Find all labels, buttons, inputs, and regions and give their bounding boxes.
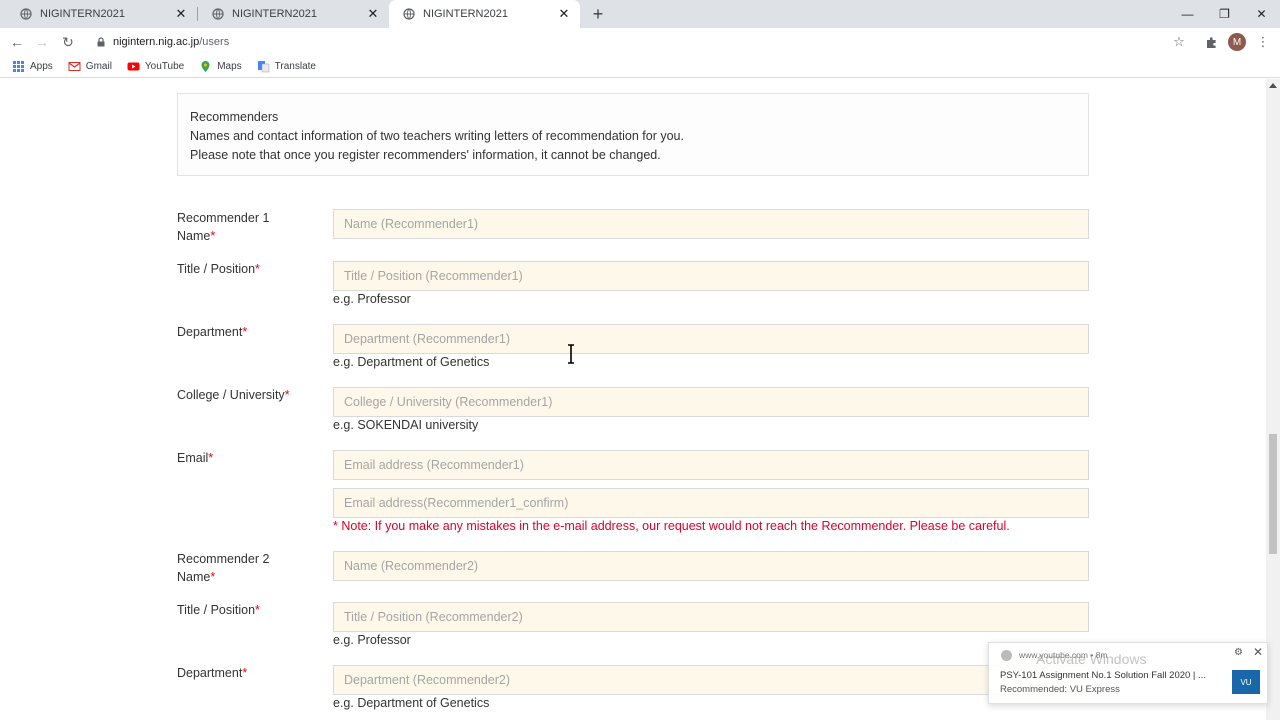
email-warning-note: * Note: If you make any mistakes in the …	[333, 519, 1010, 533]
back-arrow-icon[interactable]: ←	[6, 31, 28, 53]
bookmarks-bar: Apps Gmail YouTube Maps Translate	[0, 56, 1280, 78]
info-line-2: Please note that once you register recom…	[190, 148, 661, 162]
youtube-icon	[127, 62, 140, 71]
tab-strip: NIGINTERN2021 ✕ NIGINTERN2021 ✕ NIGINTER…	[0, 0, 1280, 28]
url-text: nigintern.nig.ac.jp/users	[113, 36, 229, 48]
info-line-1: Names and contact information of two tea…	[190, 129, 684, 143]
r1-department-label: Department*	[177, 325, 248, 339]
r1-name-input[interactable]	[333, 209, 1089, 239]
section-title: Recommenders	[190, 110, 279, 124]
page-scrollbar[interactable]	[1266, 79, 1280, 720]
r2-title-hint: e.g. Professor	[333, 633, 411, 647]
close-icon[interactable]: ✕	[173, 6, 189, 22]
url-path: /users	[199, 36, 230, 48]
close-icon[interactable]: ✕	[1253, 645, 1263, 659]
r1-email-label: Email*	[177, 451, 214, 465]
tab-title: NIGINTERN2021	[40, 8, 125, 20]
translate-icon	[257, 61, 269, 73]
forward-arrow-icon[interactable]: →	[31, 31, 53, 53]
extensions-puzzle-icon[interactable]	[1201, 32, 1221, 52]
globe-icon	[20, 8, 32, 20]
bookmark-label: Maps	[217, 61, 242, 72]
star-bookmark-icon[interactable]: ☆	[1169, 32, 1189, 52]
bookmark-youtube[interactable]: YouTube	[127, 60, 184, 73]
bookmark-apps[interactable]: Apps	[12, 60, 53, 73]
notification-subtitle: Recommended: VU Express	[1000, 684, 1120, 695]
r1-email-confirm-input[interactable]	[333, 488, 1089, 518]
r1-title-input[interactable]	[333, 261, 1089, 291]
close-icon[interactable]: ✕	[365, 6, 381, 22]
text-cursor-icon	[568, 344, 574, 364]
minimize-icon[interactable]: —	[1169, 0, 1206, 28]
apps-grid-icon	[13, 61, 24, 72]
bookmark-label: Apps	[30, 61, 53, 72]
r1-title-hint: e.g. Professor	[333, 292, 411, 306]
r2-department-hint: e.g. Department of Genetics	[333, 696, 490, 710]
activate-windows-watermark: Activate Windows	[1036, 651, 1147, 667]
scrollbar-thumb[interactable]	[1269, 434, 1277, 554]
new-tab-plus-icon[interactable]: +	[588, 4, 608, 24]
gear-icon[interactable]: ⚙	[1234, 647, 1243, 658]
notification-title: PSY-101 Assignment No.1 Solution Fall 20…	[1000, 670, 1206, 681]
r1-email-input[interactable]	[333, 450, 1089, 480]
gmail-icon	[68, 62, 81, 71]
bookmark-label: Translate	[274, 61, 316, 72]
browser-tab-2[interactable]: NIGINTERN2021 ✕	[198, 0, 389, 28]
menu-kebab-icon[interactable]: ⋮	[1253, 32, 1273, 52]
bookmark-translate[interactable]: Translate	[257, 60, 316, 73]
bookmark-maps[interactable]: Maps	[199, 60, 242, 73]
bookmark-label: Gmail	[85, 61, 112, 72]
address-bar[interactable]: nigintern.nig.ac.jp/users	[88, 30, 1200, 54]
r1-title-label: Title / Position*	[177, 262, 260, 276]
browser-toolbar: ← → ↻ nigintern.nig.ac.jp/users ☆ M ⋮	[0, 28, 1280, 56]
r2-department-label: Department*	[177, 666, 248, 680]
r2-name-label: Recommender 2 Name*	[177, 552, 270, 584]
globe-icon	[212, 8, 224, 20]
r2-title-label: Title / Position*	[177, 603, 260, 617]
window-close-icon[interactable]: ✕	[1243, 0, 1280, 28]
video-thumbnail: VU	[1232, 670, 1260, 694]
url-domain: nigintern.nig.ac.jp	[113, 36, 200, 48]
lock-icon	[97, 37, 105, 47]
page-viewport: Recommenders Names and contact informati…	[0, 79, 1265, 720]
r1-college-hint: e.g. SOKENDAI university	[333, 418, 479, 432]
chrome-icon	[1001, 650, 1012, 661]
scroll-up-arrow-icon[interactable]	[1269, 83, 1277, 88]
tab-title: NIGINTERN2021	[232, 8, 317, 20]
r1-college-label: College / University*	[177, 388, 290, 402]
r1-department-input[interactable]	[333, 324, 1089, 354]
reload-icon[interactable]: ↻	[57, 31, 79, 53]
recommenders-info-box: Recommenders Names and contact informati…	[177, 93, 1089, 176]
r2-name-input[interactable]	[333, 551, 1089, 581]
bookmark-gmail[interactable]: Gmail	[68, 60, 112, 73]
profile-avatar[interactable]: M	[1228, 33, 1246, 51]
globe-icon	[403, 8, 415, 20]
r1-department-hint: e.g. Department of Genetics	[333, 355, 490, 369]
r2-department-input[interactable]	[333, 665, 1089, 695]
bookmark-label: YouTube	[144, 61, 185, 72]
tab-title: NIGINTERN2021	[423, 8, 508, 20]
restore-icon[interactable]: ❐	[1206, 0, 1243, 28]
r1-college-input[interactable]	[333, 387, 1089, 417]
close-icon[interactable]: ✕	[556, 6, 572, 22]
browser-tab-1[interactable]: NIGINTERN2021 ✕	[6, 0, 197, 28]
maps-pin-icon	[201, 61, 210, 72]
browser-tab-3-active[interactable]: NIGINTERN2021 ✕	[389, 0, 580, 28]
r2-title-input[interactable]	[333, 602, 1089, 632]
r1-name-label: Recommender 1 Name*	[177, 211, 270, 243]
